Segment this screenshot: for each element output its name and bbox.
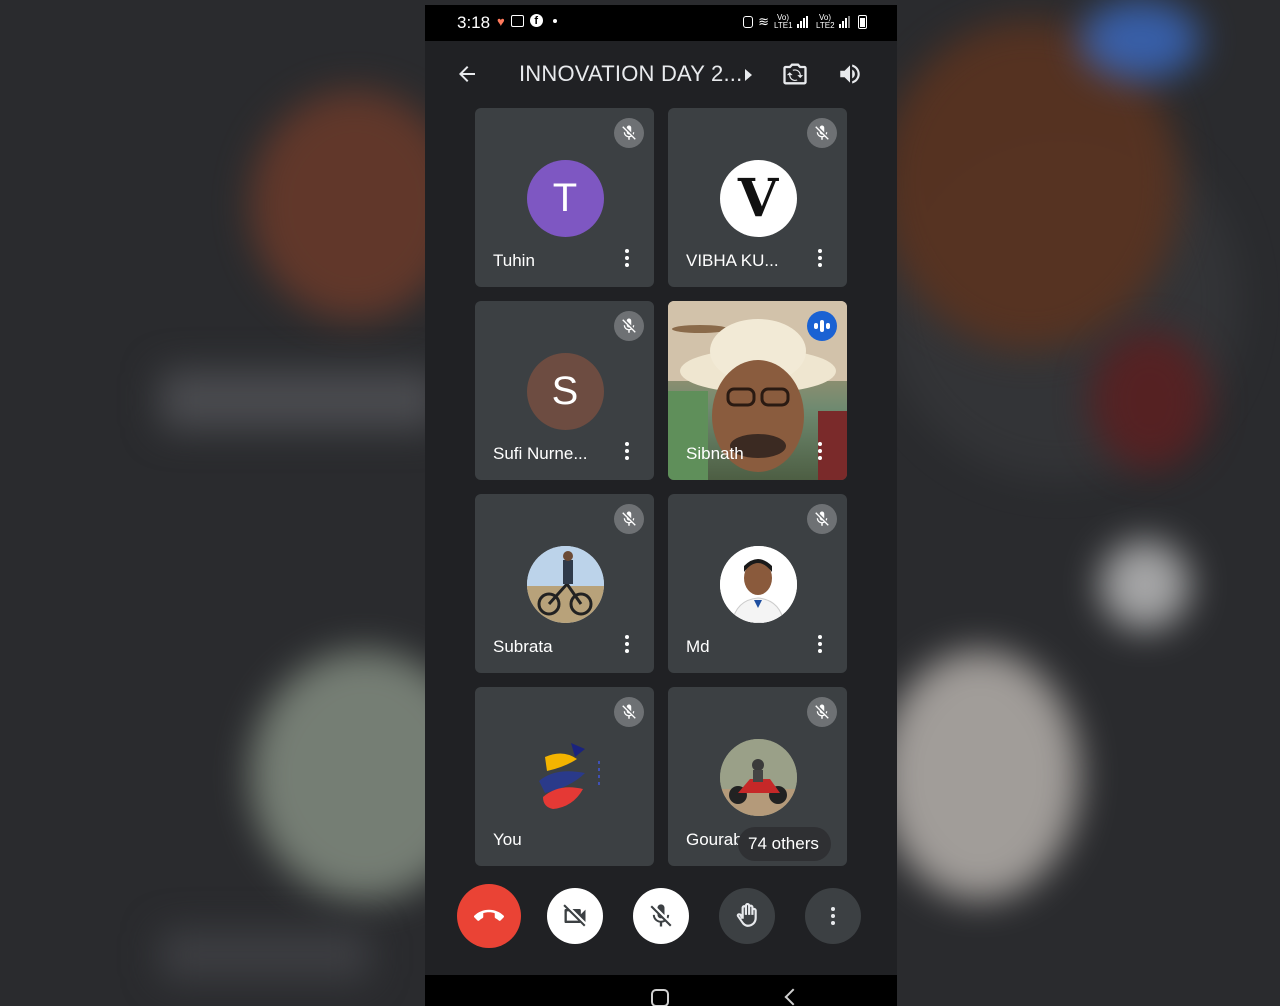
home-icon[interactable] (651, 989, 669, 1006)
call-controls (425, 884, 897, 957)
mic-toggle-button[interactable] (633, 888, 689, 944)
mic-off-icon (614, 118, 644, 148)
mic-off-icon (807, 118, 837, 148)
participant-name: You (493, 830, 522, 849)
avatar (719, 739, 797, 816)
mic-off-icon (614, 697, 644, 727)
end-call-icon (474, 909, 504, 921)
back-icon[interactable] (784, 988, 802, 1006)
mic-off-icon (807, 504, 837, 534)
participant-name: Sibnath (686, 444, 744, 463)
more-vert-icon[interactable] (624, 249, 630, 269)
signal-icon (839, 16, 853, 28)
lte1-label: Vo) LTE1 (774, 13, 793, 30)
more-vert-icon[interactable] (817, 442, 823, 462)
end-call-button[interactable] (457, 884, 521, 948)
more-vert-icon[interactable] (817, 635, 823, 655)
more-options-button[interactable] (805, 888, 861, 944)
participant-tile-vibha[interactable]: V VIBHA KU... (668, 108, 847, 287)
participant-tile-md[interactable]: Md (668, 494, 847, 673)
raise-hand-icon (736, 903, 757, 927)
avatar (526, 546, 604, 623)
camera-off-icon (563, 904, 586, 927)
participant-tile-sibnath[interactable]: Sibnath (668, 301, 847, 480)
more-vert-icon (831, 907, 835, 925)
lte2-label: Vo) LTE2 (816, 13, 835, 30)
arrow-left-icon[interactable] (455, 62, 479, 86)
participant-name: Sufi Nurne... (493, 444, 588, 463)
more-vert-icon[interactable] (624, 442, 630, 462)
speaker-icon[interactable] (837, 61, 863, 87)
participant-name: Gourab (686, 830, 743, 849)
signal-icon (797, 16, 811, 28)
battery-icon (858, 15, 867, 29)
meeting-header: INNOVATION DAY 2... (425, 41, 897, 107)
avatar: T (526, 160, 604, 237)
caret-right-icon[interactable] (745, 69, 752, 81)
system-nav-bar (425, 975, 897, 1006)
raise-hand-button[interactable] (719, 888, 775, 944)
alarm-icon (743, 16, 754, 28)
others-count-pill[interactable]: 74 others (738, 827, 831, 861)
avatar (719, 546, 797, 623)
camera-toggle-button[interactable] (547, 888, 603, 944)
mic-off-icon (650, 904, 672, 927)
mic-off-icon (614, 311, 644, 341)
participant-name: Subrata (493, 637, 553, 656)
participant-name: Md (686, 637, 710, 656)
phone-screen: 3:18 ♥ f ≋ Vo) LTE1 Vo) LTE2 INNOVATION … (425, 5, 897, 1006)
participant-tile-tuhin[interactable]: T Tuhin (475, 108, 654, 287)
participant-tile-sufi[interactable]: S Sufi Nurne... (475, 301, 654, 480)
status-bar: 3:18 ♥ f ≋ Vo) LTE1 Vo) LTE2 (425, 5, 897, 41)
more-vert-icon[interactable] (624, 635, 630, 655)
facebook-icon: f (529, 14, 543, 27)
wifi-icon: ≋ (758, 14, 769, 29)
health-icon: ♥ (497, 14, 505, 29)
avatar: V (719, 160, 797, 237)
participant-name: Tuhin (493, 251, 535, 270)
avatar: S (526, 353, 604, 430)
mic-off-icon (807, 697, 837, 727)
status-time: 3:18 (457, 13, 491, 32)
dot-icon (552, 19, 557, 23)
participant-tile-you[interactable]: You (475, 687, 654, 866)
speaking-indicator-icon (807, 311, 837, 341)
gallery-icon (510, 15, 524, 27)
participant-name: VIBHA KU... (686, 251, 779, 270)
flip-camera-icon[interactable] (781, 60, 809, 88)
more-vert-icon[interactable] (817, 249, 823, 269)
meeting-title[interactable]: INNOVATION DAY 2... (519, 61, 742, 87)
logo-avatar (539, 743, 600, 809)
mic-off-icon (614, 504, 644, 534)
participant-tile-subrata[interactable]: Subrata (475, 494, 654, 673)
